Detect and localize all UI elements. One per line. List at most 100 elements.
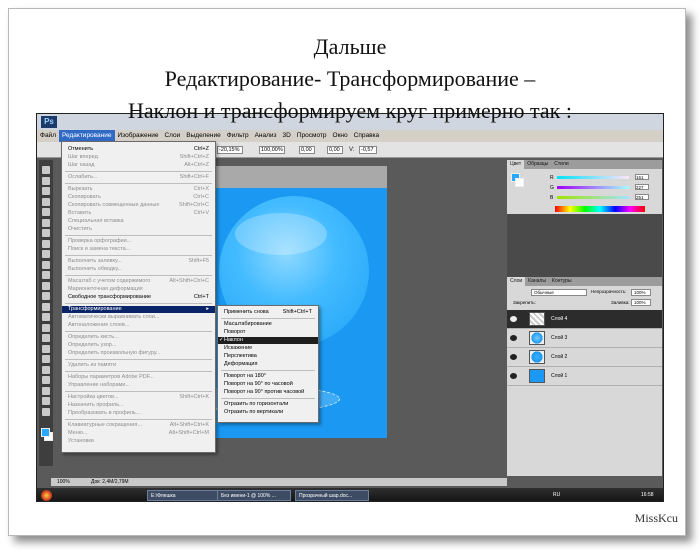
tool-icon[interactable] xyxy=(42,397,50,405)
tool-icon[interactable] xyxy=(42,355,50,363)
transform-menu-item[interactable]: ✓ Наклон xyxy=(218,337,318,344)
g-value[interactable]: 227 xyxy=(635,184,649,190)
height-field[interactable]: 100,00% xyxy=(259,146,285,154)
menu-item-label: Перспектива xyxy=(224,353,257,359)
tool-icon[interactable] xyxy=(42,344,50,353)
menu-item-label: Шаг назад xyxy=(68,162,95,168)
menu-6[interactable]: Анализ xyxy=(252,130,280,142)
fill-label: Заливка: xyxy=(611,300,630,305)
transform-menu-item[interactable]: Искажение xyxy=(218,345,318,352)
panel-bg-swatch[interactable] xyxy=(515,178,524,187)
edit-menu-item[interactable]: Свободное трансформирование Ctrl+T xyxy=(62,294,215,301)
transform-menu-item[interactable]: Поворот xyxy=(218,329,318,336)
fill-field[interactable]: 100% xyxy=(631,299,651,306)
edit-menu-item[interactable]: Трансформирование ▸ xyxy=(62,306,215,313)
transform-menu-item[interactable]: Поворот на 90° против часовой xyxy=(218,389,318,396)
tool-icon[interactable] xyxy=(42,376,50,384)
tool-icon[interactable] xyxy=(42,271,50,279)
panel-tab[interactable]: Каналы xyxy=(525,277,549,286)
tool-icon[interactable] xyxy=(42,365,50,374)
menu-item-label: Клавиатурные сокращения... xyxy=(68,422,142,428)
taskbar-item[interactable]: Прозрачный шар.doc... xyxy=(295,490,369,501)
transform-menu-item[interactable]: Поворот на 180° xyxy=(218,373,318,380)
tool-icon[interactable] xyxy=(42,176,50,185)
tool-icon[interactable] xyxy=(42,187,50,195)
edit-menu-item: Проверка орфографии... xyxy=(62,238,215,245)
eye-icon[interactable] xyxy=(510,373,517,379)
tool-icon[interactable] xyxy=(42,260,50,269)
tool-icon[interactable] xyxy=(42,166,50,174)
menu-item-label: Ослабить... xyxy=(68,174,98,180)
angle-field[interactable]: 0,00 xyxy=(299,146,315,154)
transform-menu-item[interactable]: Деформация xyxy=(218,361,318,368)
menu-7[interactable]: 3D xyxy=(280,130,294,142)
taskbar-item[interactable]: Без имени-1 @ 100% ... xyxy=(217,490,291,501)
tool-icon[interactable] xyxy=(42,239,50,248)
layer-row[interactable]: Слой 2 xyxy=(507,348,662,367)
transform-menu-item[interactable]: Поворот на 90° по часовой xyxy=(218,381,318,388)
menu-9[interactable]: Окно xyxy=(330,130,351,142)
r-slider[interactable] xyxy=(557,176,629,179)
transform-menu-item[interactable]: Применить снова Shift+Ctrl+T xyxy=(218,309,318,316)
eye-icon[interactable] xyxy=(510,335,517,341)
menu-0[interactable]: Файл xyxy=(37,130,59,142)
edit-menu-item: Управление наборами... xyxy=(62,382,215,389)
eye-icon[interactable] xyxy=(510,316,517,322)
transform-menu-item[interactable]: Масштабирование xyxy=(218,321,318,328)
r-value[interactable]: 161 xyxy=(635,174,649,180)
tool-icon[interactable] xyxy=(42,229,50,237)
edit-menu-item: Автоналожение слоев... xyxy=(62,322,215,329)
tool-icon[interactable] xyxy=(42,407,50,416)
panel-tab[interactable]: Слои xyxy=(507,277,526,286)
layer-row[interactable]: Слой 3 xyxy=(507,329,662,348)
opacity-field[interactable]: 100% xyxy=(631,289,651,296)
eye-icon[interactable] xyxy=(510,354,517,360)
menu-item-label: Трансформирование xyxy=(68,306,122,312)
tool-icon[interactable] xyxy=(42,292,50,300)
tool-icon[interactable] xyxy=(42,281,50,290)
edit-menu-item[interactable]: Отменить Ctrl+Z xyxy=(62,146,215,153)
edit-menu-item: Выполнить обводку... xyxy=(62,266,215,273)
transform-menu-item[interactable]: Отразить по вертикали xyxy=(218,409,318,416)
tool-icon[interactable] xyxy=(42,208,50,216)
width-field[interactable]: -20,15% xyxy=(217,146,243,154)
b-value[interactable]: 251 xyxy=(635,194,649,200)
tool-icon[interactable] xyxy=(42,302,50,311)
layer-row[interactable]: Слой 1 xyxy=(507,367,662,386)
menu-8[interactable]: Просмотр xyxy=(294,130,330,142)
tool-icon[interactable] xyxy=(42,313,50,321)
menu-item-label: Поворот на 90° по часовой xyxy=(224,381,293,387)
menu-10[interactable]: Справка xyxy=(351,130,383,142)
b-slider[interactable] xyxy=(557,196,629,199)
transform-menu-item[interactable]: Отразить по горизонтали xyxy=(218,401,318,408)
tool-icon[interactable] xyxy=(42,334,50,342)
transform-menu-item[interactable]: Перспектива xyxy=(218,353,318,360)
edit-menu-item: Автоматически выравнивать слои... xyxy=(62,314,215,321)
layer-row[interactable]: Слой 4 xyxy=(507,310,662,329)
language-indicator[interactable]: RU xyxy=(553,488,560,501)
menu-item-label: Управление наборами... xyxy=(68,382,130,388)
foreground-color-swatch[interactable] xyxy=(41,428,50,437)
menu-item-shortcut: Alt+Shift+Ctrl+M xyxy=(168,430,209,436)
color-panel: R 161 G 227 B 251 xyxy=(507,169,662,214)
blend-mode-select[interactable]: Обычные xyxy=(531,289,587,296)
panel-tab[interactable]: Стили xyxy=(551,160,571,169)
panel-tab[interactable]: Контуры xyxy=(549,277,575,286)
tool-icon[interactable] xyxy=(42,218,50,227)
tool-icon[interactable] xyxy=(42,386,50,395)
panel-tab[interactable]: Цвет xyxy=(507,160,525,169)
panel-tab[interactable]: Образцы xyxy=(524,160,551,169)
tool-icon[interactable] xyxy=(42,250,50,258)
zoom-level[interactable]: 100% xyxy=(57,478,70,486)
tool-icon[interactable] xyxy=(42,323,50,332)
menu-5[interactable]: Фильтр xyxy=(224,130,252,142)
start-button[interactable] xyxy=(41,490,52,501)
h-skew-field[interactable]: 0,00 xyxy=(327,146,343,154)
edit-menu-item: Поиск и замена текста... xyxy=(62,246,215,253)
v-skew-field[interactable]: -0,57 xyxy=(359,146,377,154)
menu-item-shortcut: Ctrl+V xyxy=(193,210,209,216)
color-spectrum[interactable] xyxy=(555,206,645,212)
g-slider[interactable] xyxy=(557,186,629,189)
taskbar-item[interactable]: E:\Флешка xyxy=(147,490,221,501)
tool-icon[interactable] xyxy=(42,197,50,206)
